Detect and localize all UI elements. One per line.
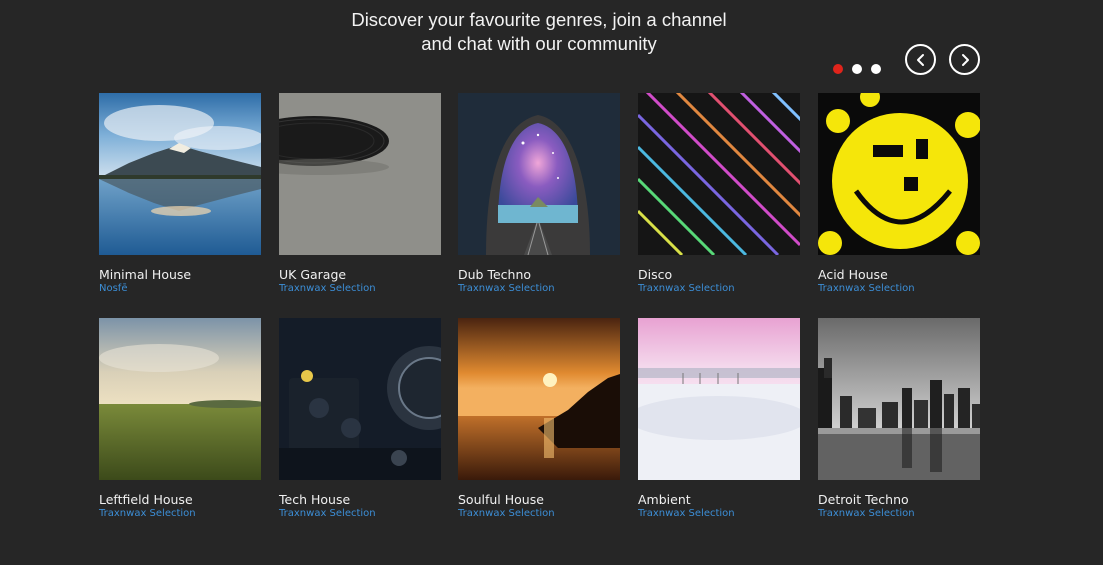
genre-curator-link[interactable]: Nosfē bbox=[99, 283, 261, 295]
genre-thumbnail[interactable] bbox=[458, 93, 620, 255]
genre-curator-link[interactable]: Traxnwax Selection bbox=[458, 508, 620, 520]
genre-title[interactable]: Ambient bbox=[638, 492, 800, 507]
genre-card-leftfield-house[interactable]: Leftfield House Traxnwax Selection bbox=[99, 318, 261, 520]
genre-curator-link[interactable]: Traxnwax Selection bbox=[458, 283, 620, 295]
genre-title[interactable]: Disco bbox=[638, 267, 800, 282]
genre-card-minimal-house[interactable]: Minimal House Nosfē bbox=[99, 93, 261, 295]
genre-thumbnail[interactable] bbox=[638, 93, 800, 255]
genre-curator-link[interactable]: Traxnwax Selection bbox=[818, 508, 980, 520]
carousel-prev-button[interactable] bbox=[905, 44, 936, 75]
genre-card-acid-house[interactable]: Acid House Traxnwax Selection bbox=[818, 93, 980, 295]
genre-curator-link[interactable]: Traxnwax Selection bbox=[818, 283, 980, 295]
genre-curator-link[interactable]: Traxnwax Selection bbox=[99, 508, 261, 520]
genre-title[interactable]: Acid House bbox=[818, 267, 980, 282]
genre-title[interactable]: Dub Techno bbox=[458, 267, 620, 282]
carousel-dot-1[interactable] bbox=[833, 64, 843, 74]
genre-thumbnail[interactable] bbox=[99, 318, 261, 480]
genre-card-dub-techno[interactable]: Dub Techno Traxnwax Selection bbox=[458, 93, 620, 295]
genre-thumbnail[interactable] bbox=[279, 93, 441, 255]
genre-curator-link[interactable]: Traxnwax Selection bbox=[279, 508, 441, 520]
genre-curator-link[interactable]: Traxnwax Selection bbox=[638, 283, 800, 295]
carousel-next-button[interactable] bbox=[949, 44, 980, 75]
genre-curator-link[interactable]: Traxnwax Selection bbox=[638, 508, 800, 520]
genre-thumbnail[interactable] bbox=[818, 318, 980, 480]
genre-title[interactable]: Detroit Techno bbox=[818, 492, 980, 507]
headline-line-1: Discover your favourite genres, join a c… bbox=[351, 9, 727, 30]
genre-card-disco[interactable]: Disco Traxnwax Selection bbox=[638, 93, 800, 295]
carousel-dot-3[interactable] bbox=[871, 64, 881, 74]
genre-thumbnail[interactable] bbox=[818, 93, 980, 255]
genre-thumbnail[interactable] bbox=[458, 318, 620, 480]
genre-title[interactable]: Soulful House bbox=[458, 492, 620, 507]
genre-card-soulful-house[interactable]: Soulful House Traxnwax Selection bbox=[458, 318, 620, 520]
genre-title[interactable]: Minimal House bbox=[99, 267, 261, 282]
genre-thumbnail[interactable] bbox=[638, 318, 800, 480]
genre-curator-link[interactable]: Traxnwax Selection bbox=[279, 283, 441, 295]
chevron-right-icon bbox=[961, 53, 969, 66]
carousel-pagination bbox=[833, 64, 881, 74]
genre-card-detroit-techno[interactable]: Detroit Techno Traxnwax Selection bbox=[818, 318, 980, 520]
genre-thumbnail[interactable] bbox=[99, 93, 261, 255]
genre-card-tech-house[interactable]: Tech House Traxnwax Selection bbox=[279, 318, 441, 520]
genre-title[interactable]: Tech House bbox=[279, 492, 441, 507]
genre-title[interactable]: Leftfield House bbox=[99, 492, 261, 507]
carousel-dot-2[interactable] bbox=[852, 64, 862, 74]
genre-title[interactable]: UK Garage bbox=[279, 267, 441, 282]
genre-card-ambient[interactable]: Ambient Traxnwax Selection bbox=[638, 318, 800, 520]
chevron-left-icon bbox=[916, 53, 924, 66]
genre-thumbnail[interactable] bbox=[279, 318, 441, 480]
genre-card-uk-garage[interactable]: UK Garage Traxnwax Selection bbox=[279, 93, 441, 295]
